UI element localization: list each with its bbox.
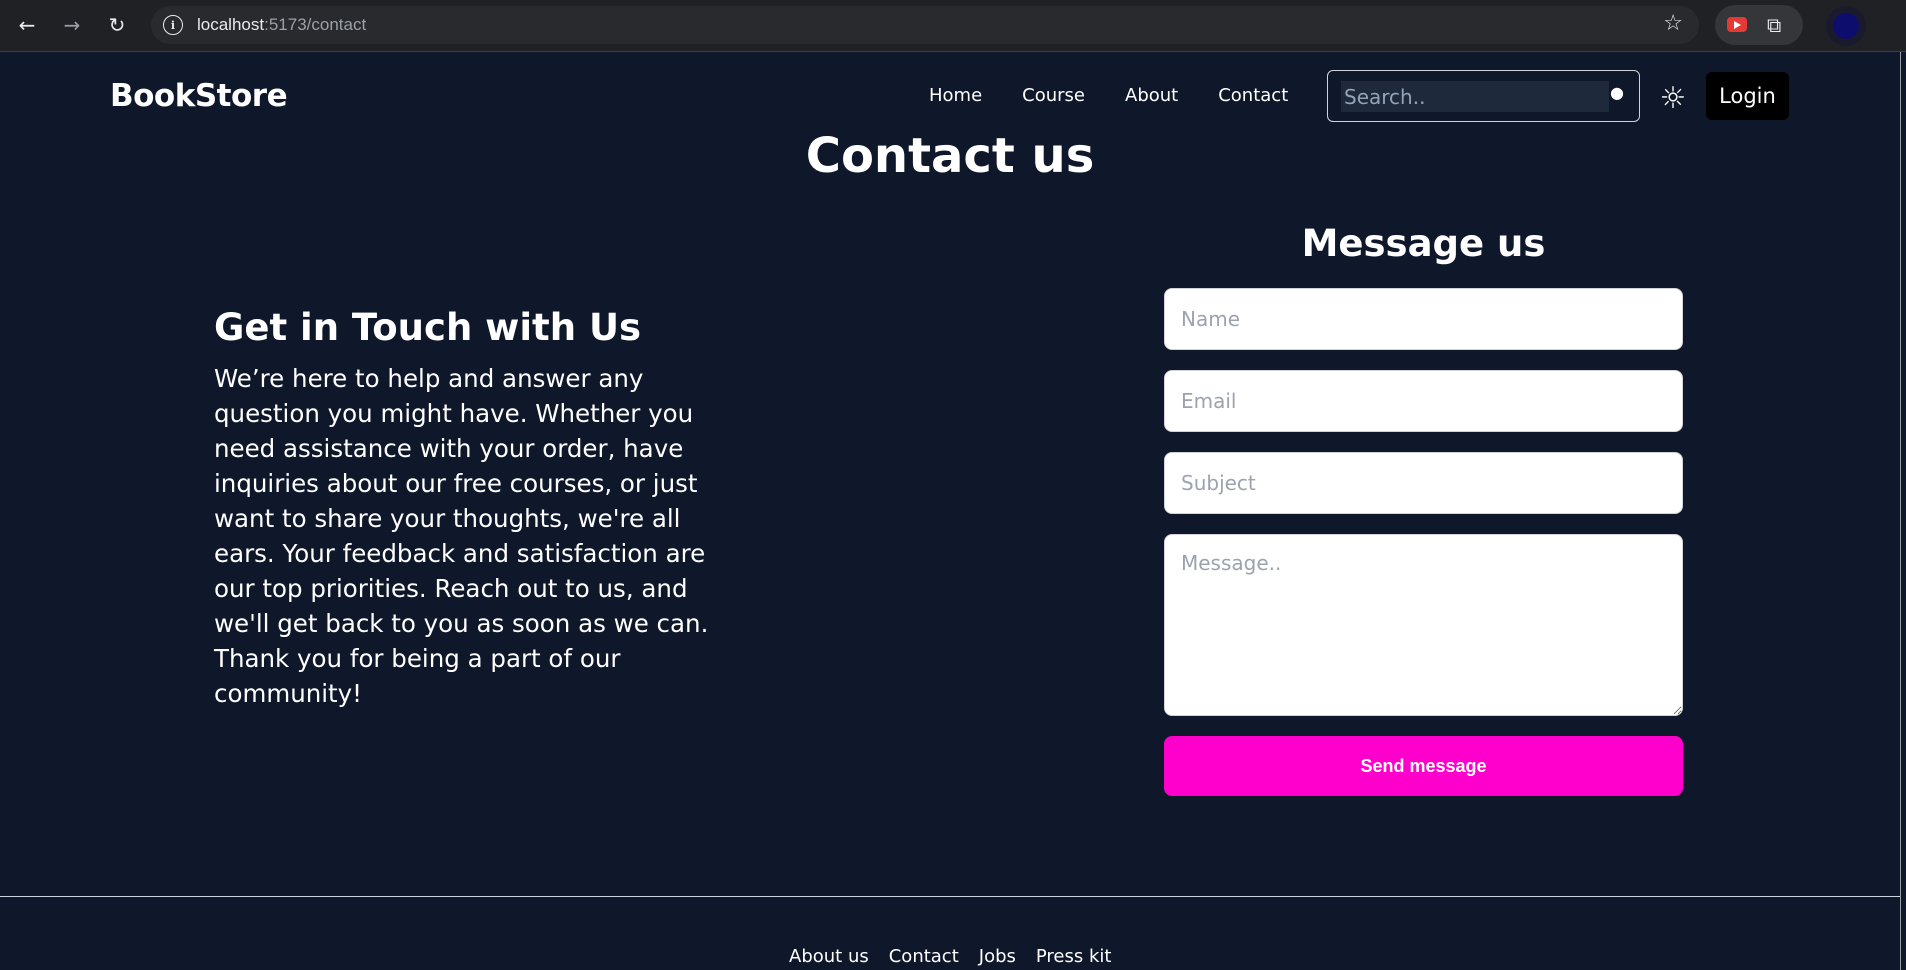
url-path: :5173/contact bbox=[264, 15, 367, 34]
extensions-puzzle-icon[interactable]: ⧉ bbox=[1767, 13, 1781, 37]
footer-divider bbox=[0, 896, 1900, 897]
bookmark-star-icon[interactable]: ☆ bbox=[1663, 11, 1683, 36]
form-title: Message us bbox=[1301, 222, 1546, 265]
search-box: ● bbox=[1327, 70, 1640, 122]
login-button[interactable]: Login bbox=[1706, 72, 1789, 120]
page-title: Contact us bbox=[805, 128, 1095, 184]
nav-about-link[interactable]: About bbox=[1125, 85, 1178, 106]
forward-arrow-icon[interactable]: → bbox=[57, 10, 87, 40]
footer-about-link[interactable]: About us bbox=[789, 946, 869, 967]
youtube-extension-icon[interactable] bbox=[1727, 17, 1747, 32]
nav-home-link[interactable]: Home bbox=[929, 85, 982, 106]
extensions-group: ⧉ bbox=[1715, 5, 1803, 45]
send-message-button[interactable]: Send message bbox=[1164, 736, 1683, 796]
page-scrollbar[interactable] bbox=[1900, 52, 1906, 970]
site-logo[interactable]: BookStore bbox=[110, 78, 288, 114]
name-field[interactable] bbox=[1164, 288, 1683, 350]
nav-contact-link[interactable]: Contact bbox=[1218, 85, 1288, 106]
info-title: Get in Touch with Us bbox=[214, 306, 642, 349]
search-icon[interactable]: ● bbox=[1610, 83, 1624, 102]
footer-links: About us Contact Jobs Press kit bbox=[789, 946, 1111, 967]
avatar-icon bbox=[1833, 13, 1859, 39]
sun-theme-toggle-icon[interactable]: ☼ bbox=[1657, 81, 1689, 116]
address-url[interactable]: localhost:5173/contact bbox=[197, 15, 366, 35]
email-field[interactable] bbox=[1164, 370, 1683, 432]
browser-toolbar: ← → ↻ i localhost:5173/contact ☆ ⧉ bbox=[0, 0, 1906, 52]
search-input[interactable] bbox=[1341, 81, 1609, 112]
subject-field[interactable] bbox=[1164, 452, 1683, 514]
back-arrow-icon[interactable]: ← bbox=[12, 10, 42, 40]
profile-avatar[interactable] bbox=[1826, 6, 1866, 46]
footer-presskit-link[interactable]: Press kit bbox=[1036, 946, 1112, 967]
nav-course-link[interactable]: Course bbox=[1022, 85, 1085, 106]
reload-icon[interactable]: ↻ bbox=[102, 10, 132, 40]
info-text: We’re here to help and answer any questi… bbox=[214, 364, 709, 708]
main-nav: Home Course About Contact bbox=[929, 85, 1288, 106]
footer-contact-link[interactable]: Contact bbox=[889, 946, 959, 967]
footer-jobs-link[interactable]: Jobs bbox=[979, 946, 1016, 967]
url-host: localhost bbox=[197, 15, 265, 34]
site-info-icon[interactable]: i bbox=[163, 15, 183, 35]
address-bar[interactable]: i localhost:5173/contact ☆ bbox=[151, 6, 1699, 44]
message-field[interactable] bbox=[1164, 534, 1683, 716]
page: BookStore Home Course About Contact ● ☼ … bbox=[0, 52, 1900, 970]
